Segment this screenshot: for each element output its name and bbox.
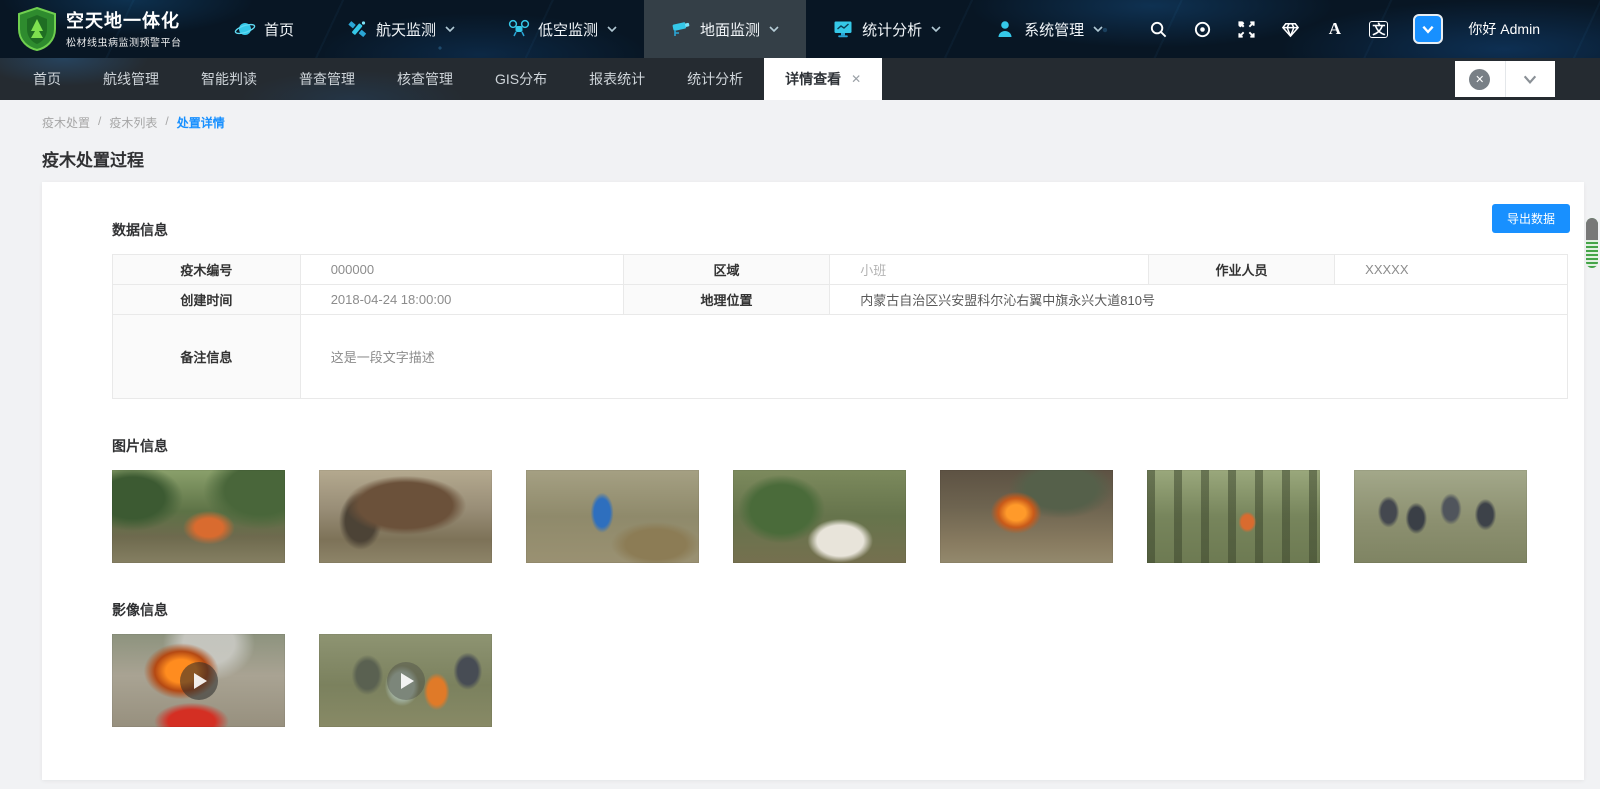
top-action-icons: A 文 你好 Admin xyxy=(1149,14,1540,44)
chevron-down-icon xyxy=(606,23,618,35)
close-all-tabs-button[interactable]: ✕ xyxy=(1455,61,1505,97)
breadcrumb: 疫木处置 / 疫木列表 / 处置详情 xyxy=(42,114,1600,131)
tab-census-management[interactable]: 普查管理 xyxy=(278,58,376,100)
tab-gis-distribution[interactable]: GIS分布 xyxy=(474,58,568,100)
gem-icon[interactable] xyxy=(1281,20,1300,39)
section-title-data-info: 数据信息 xyxy=(112,220,1568,240)
nav-item-aerospace-monitoring[interactable]: 航天监测 xyxy=(320,0,482,58)
photo-thumbnail[interactable] xyxy=(319,470,492,563)
font-size-icon[interactable]: A xyxy=(1325,20,1344,39)
export-data-button[interactable]: 导出数据 xyxy=(1492,204,1570,233)
photo-thumbnail[interactable] xyxy=(526,470,699,563)
chevron-down-icon xyxy=(1421,22,1435,36)
drone-icon xyxy=(508,18,530,40)
field-value-created-time: 2018-04-24 18:00:00 xyxy=(300,285,623,315)
search-icon[interactable] xyxy=(1149,20,1168,39)
field-label: 创建时间 xyxy=(113,285,301,315)
scrollbar-thumb[interactable] xyxy=(1586,218,1598,268)
top-navigation-bar: 空天地一体化 松材线虫病监测预警平台 首页 航天监测 xyxy=(0,0,1600,58)
breadcrumb-separator: / xyxy=(165,114,168,131)
breadcrumb-item[interactable]: 疫木列表 xyxy=(109,114,157,131)
table-row: 创建时间 2018-04-24 18:00:00 地理位置 内蒙古自治区兴安盟科… xyxy=(113,285,1568,315)
app-subtitle: 松材线虫病监测预警平台 xyxy=(66,34,182,49)
tab-bar: 首页 航线管理 智能判读 普查管理 核查管理 GIS分布 报表统计 统计分析 详… xyxy=(0,58,1600,100)
play-button-icon xyxy=(180,662,218,700)
user-greeting: 你好 Admin xyxy=(1468,19,1540,39)
chevron-down-icon xyxy=(1522,71,1538,87)
translate-icon[interactable]: 文 xyxy=(1369,20,1388,39)
photo-thumbnail[interactable] xyxy=(112,470,285,563)
nav-item-home[interactable]: 首页 xyxy=(208,0,320,58)
monitor-chart-icon xyxy=(832,18,854,40)
user-icon xyxy=(994,18,1016,40)
field-value-remarks: 这是一段文字描述 xyxy=(300,315,1567,399)
field-value-wood-id: 000000 xyxy=(300,255,623,285)
breadcrumb-item[interactable]: 疫木处置 xyxy=(42,114,90,131)
field-value-location: 内蒙古自治区兴安盟科尔沁右翼中旗永兴大道810号 xyxy=(830,285,1568,315)
nav-item-statistics-analysis[interactable]: 统计分析 xyxy=(806,0,968,58)
breadcrumb-separator: / xyxy=(98,114,101,131)
close-tab-icon[interactable]: ✕ xyxy=(851,72,861,86)
tab-verification-management[interactable]: 核查管理 xyxy=(376,58,474,100)
nav-label: 地面监测 xyxy=(700,19,760,40)
tab-statistics-analysis[interactable]: 统计分析 xyxy=(666,58,764,100)
video-thumbnail[interactable] xyxy=(319,634,492,727)
app-title: 空天地一体化 xyxy=(66,10,182,32)
detail-card: 导出数据 数据信息 疫木编号 000000 区域 小班 作业人员 XXXXX 创… xyxy=(42,182,1584,780)
nav-label: 首页 xyxy=(264,19,294,40)
chevron-down-icon xyxy=(930,23,942,35)
data-info-table: 疫木编号 000000 区域 小班 作业人员 XXXXX 创建时间 2018-0… xyxy=(112,254,1568,399)
field-label: 备注信息 xyxy=(113,315,301,399)
brand: 空天地一体化 松材线虫病监测预警平台 xyxy=(16,7,194,51)
satellite-icon xyxy=(346,18,368,40)
fullscreen-icon[interactable] xyxy=(1237,20,1256,39)
brand-text: 空天地一体化 松材线虫病监测预警平台 xyxy=(66,10,182,49)
chevron-down-icon xyxy=(768,23,780,35)
field-label: 作业人员 xyxy=(1148,255,1334,285)
tab-detail-view-active[interactable]: 详情查看 ✕ xyxy=(764,58,882,100)
nav-label: 统计分析 xyxy=(862,19,922,40)
field-value-operator: XXXXX xyxy=(1335,255,1568,285)
field-value-region: 小班 xyxy=(830,255,1149,285)
planet-icon xyxy=(234,18,256,40)
nav-item-ground-monitoring[interactable]: 地面监测 xyxy=(644,0,806,58)
field-label: 区域 xyxy=(623,255,830,285)
video-gallery xyxy=(112,634,1568,727)
photo-thumbnail[interactable] xyxy=(1354,470,1527,563)
tab-options-dropdown[interactable] xyxy=(1505,61,1556,97)
breadcrumb-current: 处置详情 xyxy=(177,114,225,131)
cctv-camera-icon xyxy=(670,18,692,40)
tab-home[interactable]: 首页 xyxy=(12,58,82,100)
photo-thumbnail[interactable] xyxy=(1147,470,1320,563)
photo-thumbnail[interactable] xyxy=(940,470,1113,563)
chevron-down-icon xyxy=(1092,23,1104,35)
nav-item-system-management[interactable]: 系统管理 xyxy=(968,0,1130,58)
page-title: 疫木处置过程 xyxy=(42,146,1600,171)
field-label: 地理位置 xyxy=(623,285,830,315)
video-thumbnail[interactable] xyxy=(112,634,285,727)
nav-label: 低空监测 xyxy=(538,19,598,40)
field-label: 疫木编号 xyxy=(113,255,301,285)
locate-target-icon[interactable] xyxy=(1193,20,1212,39)
nav-label: 系统管理 xyxy=(1024,19,1084,40)
tab-report-statistics[interactable]: 报表统计 xyxy=(568,58,666,100)
section-title-image-info: 图片信息 xyxy=(112,436,1568,456)
table-row: 疫木编号 000000 区域 小班 作业人员 XXXXX xyxy=(113,255,1568,285)
main-navigation: 首页 航天监测 低空监测 xyxy=(208,0,1130,58)
tab-controls: ✕ xyxy=(1455,61,1555,97)
section-title-video-info: 影像信息 xyxy=(112,600,1568,620)
photo-thumbnail[interactable] xyxy=(733,470,906,563)
app-logo-shield-icon xyxy=(16,7,58,51)
close-all-icon: ✕ xyxy=(1475,73,1484,86)
tab-route-management[interactable]: 航线管理 xyxy=(82,58,180,100)
tab-intelligent-interpretation[interactable]: 智能判读 xyxy=(180,58,278,100)
nav-item-low-altitude-monitoring[interactable]: 低空监测 xyxy=(482,0,644,58)
play-button-icon xyxy=(387,662,425,700)
avatar-dropdown-button[interactable] xyxy=(1413,14,1443,44)
nav-label: 航天监测 xyxy=(376,19,436,40)
table-row: 备注信息 这是一段文字描述 xyxy=(113,315,1568,399)
photo-gallery xyxy=(112,470,1568,563)
chevron-down-icon xyxy=(444,23,456,35)
